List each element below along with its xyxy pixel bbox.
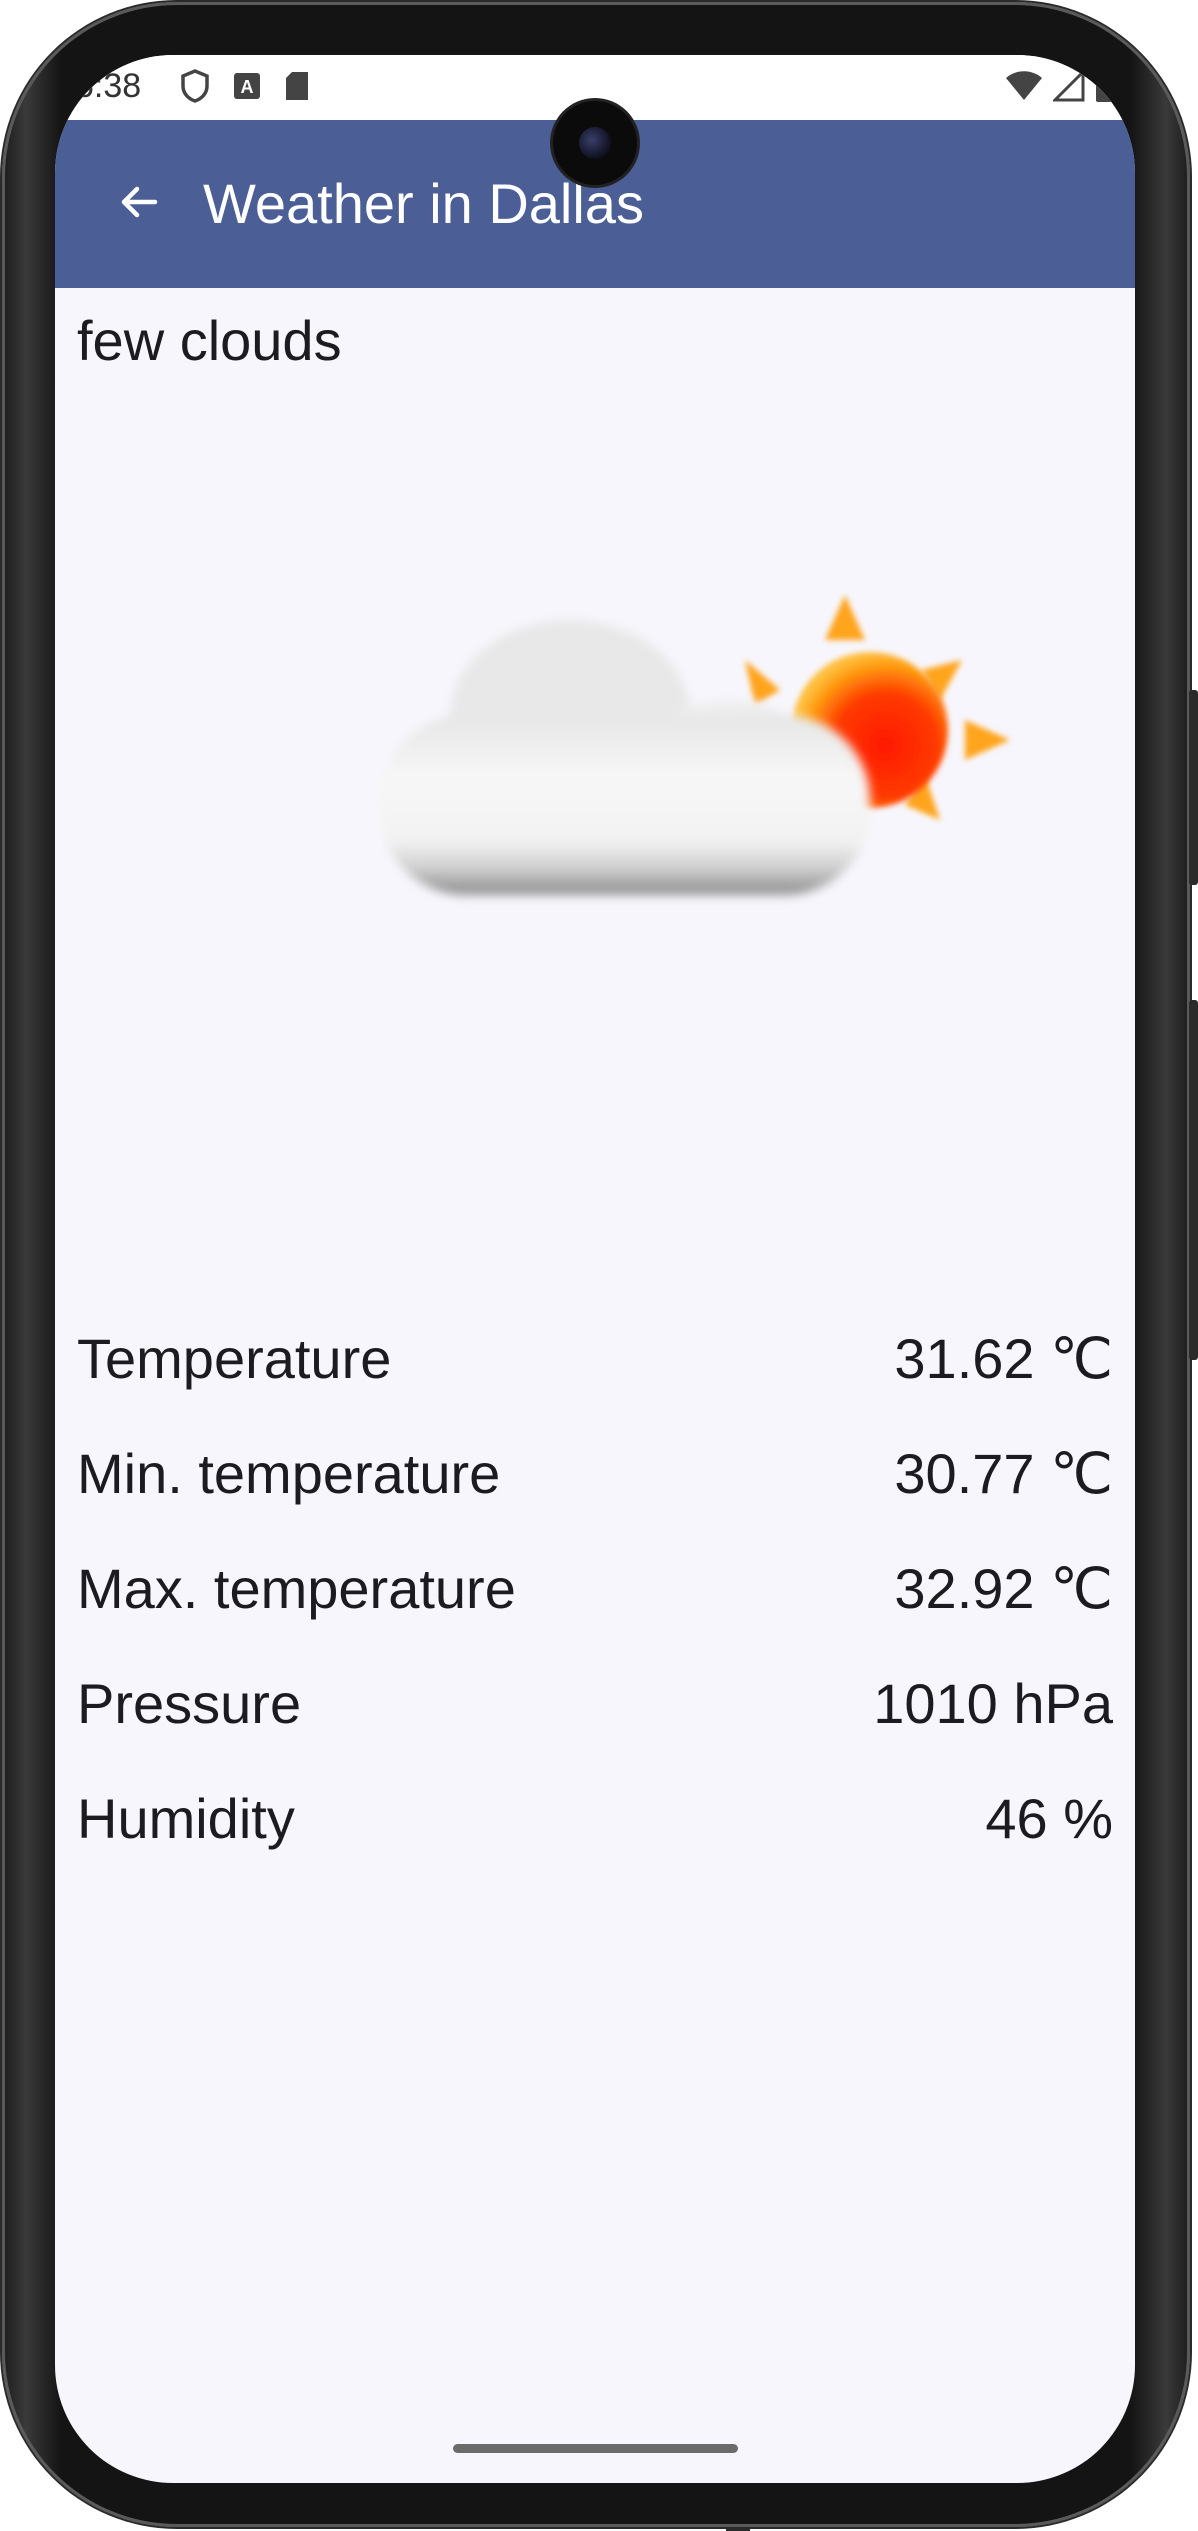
detail-value: 46 % [985, 1787, 1113, 1850]
volume-button [1189, 1000, 1198, 1360]
detail-label: Pressure [77, 1672, 302, 1735]
battery-icon [1095, 69, 1115, 108]
detail-row-temperature: Temperature 31.62 ℃ [77, 1301, 1113, 1416]
weather-details: Temperature 31.62 ℃ Min. temperature 30.… [77, 1301, 1113, 1876]
detail-row-pressure: Pressure 1010 hPa [77, 1646, 1113, 1761]
svg-text:A: A [241, 77, 254, 97]
phone-frame: 6:38 A Weather in Dallas few clouds Temp… [0, 0, 1198, 2531]
detail-row-max-temperature: Max. temperature 32.92 ℃ [77, 1531, 1113, 1646]
wifi-icon [1005, 70, 1043, 107]
front-camera [553, 101, 637, 185]
weather-description: few clouds [77, 309, 342, 372]
a-box-icon: A [232, 71, 262, 106]
arrow-left-icon [115, 178, 163, 231]
detail-value: 30.77 ℃ [894, 1441, 1113, 1505]
back-button[interactable] [95, 160, 183, 248]
detail-value: 32.92 ℃ [894, 1556, 1113, 1620]
shield-icon [180, 69, 210, 108]
screen: 6:38 A Weather in Dallas few clouds Temp… [55, 55, 1135, 2483]
detail-row-humidity: Humidity 46 % [77, 1761, 1113, 1876]
sd-card-icon [284, 70, 310, 107]
detail-row-min-temperature: Min. temperature 30.77 ℃ [77, 1416, 1113, 1531]
few-clouds-icon [310, 565, 1020, 985]
detail-label: Min. temperature [77, 1442, 501, 1505]
home-gesture-bar[interactable] [453, 2444, 738, 2453]
status-icons-right [1005, 68, 1115, 108]
power-button [1189, 690, 1198, 885]
cell-signal-icon [1051, 68, 1085, 107]
detail-value: 31.62 ℃ [894, 1326, 1113, 1390]
detail-label: Humidity [77, 1787, 295, 1850]
detail-label: Max. temperature [77, 1557, 516, 1620]
detail-value: 1010 hPa [873, 1672, 1113, 1735]
detail-label: Temperature [77, 1327, 392, 1390]
status-time: 6:38 [75, 67, 142, 105]
status-icons-left: A [180, 69, 310, 108]
